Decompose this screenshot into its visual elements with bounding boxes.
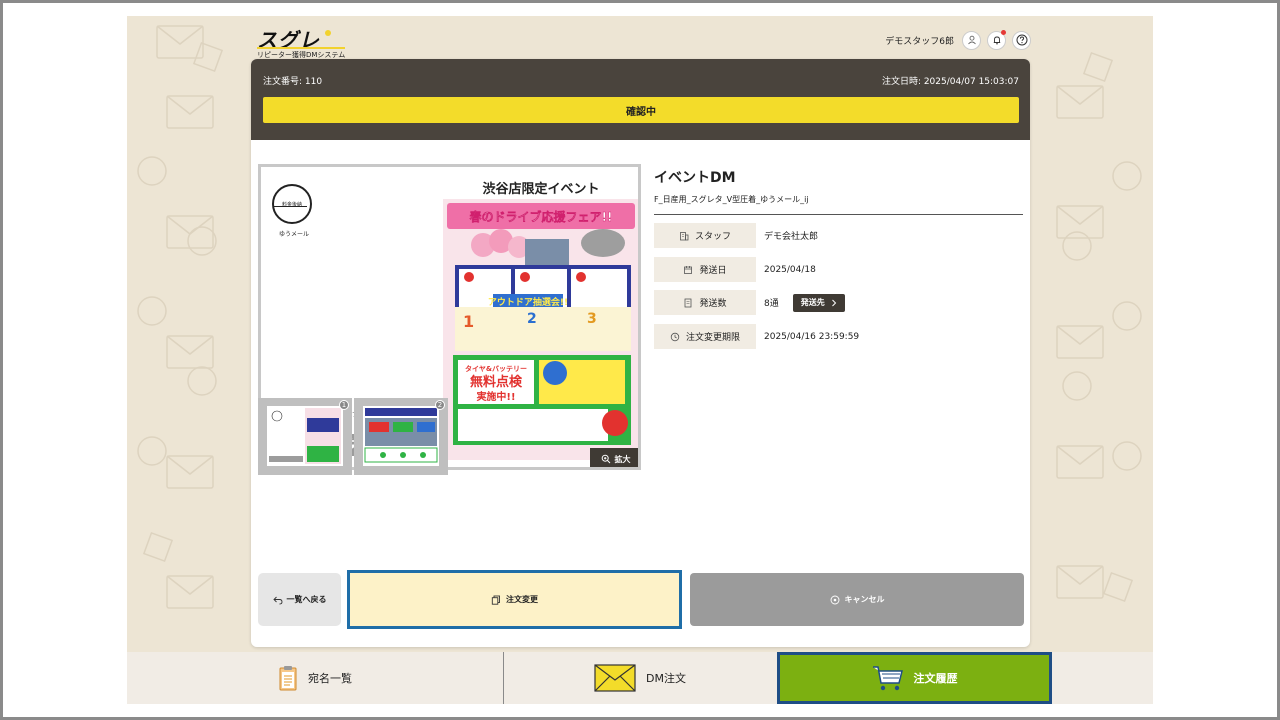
change-label: 注文変更 xyxy=(506,595,538,604)
info-label-text: 発送数 xyxy=(699,299,727,309)
destinations-label: 発送先 xyxy=(800,298,825,307)
cancel-order-button[interactable]: キャンセル xyxy=(690,573,1024,626)
info-value: 8通 発送先 xyxy=(764,290,845,315)
info-divider xyxy=(654,214,1023,215)
svg-text:1: 1 xyxy=(463,312,474,331)
info-label-text: 発送日 xyxy=(699,266,727,276)
info-row-send-count: 発送数 8通 発送先 xyxy=(654,290,1023,315)
flyer-graphic: 渋谷店限定イベント 春のドライブ応援フェア!! アウトドア抽選会!! 1 2 3 xyxy=(443,177,638,460)
help-icon[interactable] xyxy=(1012,30,1031,50)
order-header: 注文番号: 110 注文日時: 2025/04/07 15:03:07 確認中 xyxy=(251,59,1030,140)
staff-name: デモ会社太郎 xyxy=(764,232,819,242)
dm-title: イベントDM xyxy=(654,170,736,186)
nav-label: 注文履歴 xyxy=(913,672,958,685)
svg-text:2: 2 xyxy=(527,311,537,327)
status-bar: 確認中 xyxy=(263,97,1019,123)
info-label: 発送日 xyxy=(654,257,756,282)
send-date: 2025/04/18 xyxy=(764,264,816,275)
destinations-button[interactable]: 発送先 xyxy=(792,293,845,312)
flyer-inspection-3: 実施中!! xyxy=(476,390,515,403)
copy-icon xyxy=(491,595,500,605)
info-label: 注文変更期限 xyxy=(654,324,756,349)
thumbnail-1[interactable]: 1 xyxy=(258,398,352,475)
nav-label: DM注文 xyxy=(646,672,686,685)
cart-icon xyxy=(872,666,903,691)
app-logo[interactable]: スグレタ リピーター獲得DMシステム xyxy=(257,24,346,81)
nav-item-order-history[interactable]: 注文履歴 xyxy=(777,652,1052,704)
zoom-button[interactable]: 拡大 xyxy=(590,448,638,467)
flyer-outdoor: アウトドア抽選会!! xyxy=(488,296,568,308)
postage-stamp: 料金後納 xyxy=(272,184,312,224)
svg-text:3: 3 xyxy=(587,311,597,327)
nav-item-dm-order[interactable]: DM注文 xyxy=(504,652,776,704)
back-to-list-button[interactable]: 一覧へ戻る xyxy=(258,573,341,626)
clock-icon xyxy=(670,332,680,341)
stamp-line xyxy=(273,206,307,207)
flyer-headline: 春のドライブ応援フェア!! xyxy=(469,209,613,224)
notification-dot xyxy=(1001,29,1006,35)
order-date: 注文日時: 2025/04/07 15:03:07 xyxy=(881,77,1019,87)
bottom-nav: 宛名一覧 DM注文 注文履歴 xyxy=(127,652,1153,704)
cancel-circle-icon xyxy=(830,595,839,604)
clipboard-icon xyxy=(279,666,297,691)
back-label: 一覧へ戻る xyxy=(286,595,327,604)
info-value: デモ会社太郎 xyxy=(764,223,818,248)
order-detail-card: 注文番号: 110 注文日時: 2025/04/07 15:03:07 確認中 … xyxy=(251,59,1030,647)
flyer-title: 渋谷店限定イベント xyxy=(482,181,599,197)
logo-dot xyxy=(325,30,331,36)
app-window: スグレタ リピーター獲得DMシステム デモスタッフ6郎 注文番号: 110 注文… xyxy=(127,16,1153,704)
user-icon[interactable] xyxy=(962,30,981,50)
user-name: デモスタッフ6郎 xyxy=(885,36,954,47)
change-deadline: 2025/04/16 23:59:59 xyxy=(764,331,860,342)
info-label: スタッフ xyxy=(654,223,756,248)
info-row-send-date: 発送日 2025/04/18 xyxy=(654,257,1023,282)
calendar-icon xyxy=(684,265,693,274)
chevron-right-icon xyxy=(831,299,836,306)
thumbnail-2[interactable]: 2 xyxy=(354,398,448,475)
dm-template-name: F_日産用_スグレタ_V型圧着_ゆうメール_ij xyxy=(654,195,809,204)
thumbnail-page xyxy=(363,406,439,466)
send-count: 8通 xyxy=(764,299,779,309)
cancel-label: キャンセル xyxy=(844,595,885,604)
zoom-icon xyxy=(601,454,610,464)
user-area: デモスタッフ6郎 xyxy=(885,29,1031,50)
info-row-deadline: 注文変更期限 2025/04/16 23:59:59 xyxy=(654,324,1023,349)
mail-type-label: ゆうメール xyxy=(279,231,310,238)
info-row-staff: スタッフ デモ会社太郎 xyxy=(654,223,1023,248)
return-arrow-icon xyxy=(272,596,282,604)
zoom-label: 拡大 xyxy=(614,454,631,464)
nav-item-address-list[interactable]: 宛名一覧 xyxy=(127,652,503,704)
envelope-icon xyxy=(594,664,636,692)
nav-label: 宛名一覧 xyxy=(308,672,352,685)
flyer-inspection-2: 無料点検 xyxy=(470,374,523,390)
info-value: 2025/04/18 xyxy=(764,257,816,282)
flyer-side: 渋谷店限定イベント 春のドライブ応援フェア!! アウトドア抽選会!! 1 2 3 xyxy=(443,177,638,460)
info-label: 発送数 xyxy=(654,290,756,315)
info-label-text: 注文変更期限 xyxy=(685,333,740,343)
change-order-button[interactable]: 注文変更 xyxy=(347,570,682,629)
document-icon xyxy=(685,298,692,307)
thumbnail-number: 1 xyxy=(339,400,349,410)
thumbnail-number: 2 xyxy=(435,400,445,410)
info-label-text: スタッフ xyxy=(694,232,731,242)
flyer-inspection-1: タイヤ&バッテリー xyxy=(465,364,527,373)
bell-icon[interactable] xyxy=(987,29,1006,50)
info-value: 2025/04/16 23:59:59 xyxy=(764,324,859,349)
thumbnail-page xyxy=(267,406,343,466)
building-icon xyxy=(680,231,689,240)
order-number: 注文番号: 110 xyxy=(263,77,323,87)
